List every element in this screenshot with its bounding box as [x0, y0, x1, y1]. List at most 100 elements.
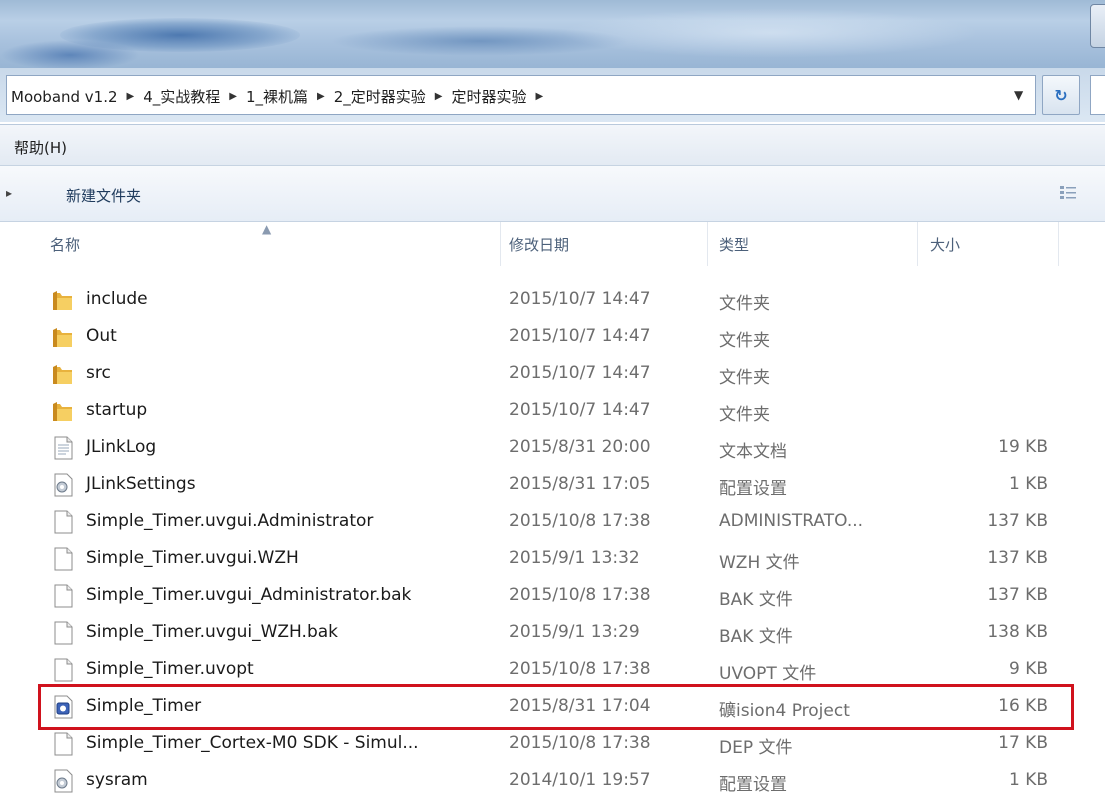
file-row[interactable]: JLinkLog 2015/8/31 20:00 文本文档 19 KB: [0, 430, 1105, 467]
file-name: Simple_Timer_Cortex-M0 SDK - Simul...: [86, 733, 419, 753]
address-dropdown-icon[interactable]: ▼: [1014, 88, 1023, 102]
address-bar[interactable]: Mooband v1.2 ▶ 4_实战教程 ▶ 1_裸机篇 ▶ 2_定时器实验 …: [6, 75, 1036, 115]
search-box[interactable]: [1090, 75, 1105, 115]
blank-file-icon: [52, 621, 74, 645]
file-row[interactable]: Simple_Timer.uvgui.WZH 2015/9/1 13:32 WZH …: [0, 541, 1105, 578]
file-name: startup: [86, 400, 148, 420]
file-date-modified: 2015/10/7 14:47: [509, 363, 651, 383]
column-divider[interactable]: [917, 222, 918, 266]
file-row[interactable]: Simple_Timer.uvgui.Administrator 2015/10/…: [0, 504, 1105, 541]
blank-file-icon: [52, 547, 74, 571]
folder-icon: [52, 362, 74, 386]
refresh-icon: ↻: [1054, 85, 1068, 105]
file-type: 配置设置: [719, 479, 787, 499]
column-header-date[interactable]: 修改日期: [509, 234, 569, 255]
breadcrumb-arrow-icon[interactable]: ▶: [229, 91, 237, 102]
file-type: 文本文档: [719, 442, 787, 462]
file-row[interactable]: Out 2015/10/7 14:47 文件夹: [0, 319, 1105, 356]
file-size: 1 KB: [1008, 770, 1048, 790]
view-options-icon[interactable]: [1060, 186, 1076, 200]
column-divider[interactable]: [707, 222, 708, 266]
file-row[interactable]: startup 2015/10/7 14:47 文件夹: [0, 393, 1105, 430]
file-date-modified: 2015/9/1 13:32: [509, 548, 640, 568]
file-type: 文件夹: [719, 405, 770, 425]
file-name: sysram: [86, 770, 148, 790]
file-size: 137 KB: [987, 585, 1048, 605]
file-row[interactable]: Simple_Timer.uvopt 2015/10/8 17:38 UVOPT 文…: [0, 652, 1105, 689]
breadcrumb-item[interactable]: 4_实战教程: [143, 86, 220, 107]
breadcrumb-arrow-icon[interactable]: ▶: [127, 91, 135, 102]
folder-icon: [52, 325, 74, 349]
file-type: UVOPT 文件: [719, 664, 817, 684]
breadcrumb-item[interactable]: 2_定时器实验: [334, 86, 426, 107]
file-name: Simple_Timer.uvopt: [86, 659, 254, 679]
file-row[interactable]: Simple_Timer_Cortex-M0 SDK - Simul... 201…: [0, 726, 1105, 763]
file-size: 138 KB: [987, 622, 1048, 642]
file-date-modified: 2015/8/31 17:05: [509, 474, 651, 494]
file-type: ADMINISTRATO...: [719, 511, 864, 531]
file-date-modified: 2015/8/31 20:00: [509, 437, 651, 457]
file-type: 配置设置: [719, 775, 787, 795]
blank-file-icon: [52, 658, 74, 682]
file-size: 19 KB: [998, 437, 1048, 457]
file-size: 137 KB: [987, 548, 1048, 568]
toolbar-dropdown-icon[interactable]: ▸: [6, 186, 12, 200]
breadcrumb-arrow-icon[interactable]: ▶: [435, 91, 443, 102]
breadcrumb: Mooband v1.2 ▶ 4_实战教程 ▶ 1_裸机篇 ▶ 2_定时器实验 …: [11, 86, 552, 107]
file-name: Simple_Timer.uvgui.Administrator: [86, 511, 374, 531]
file-date-modified: 2014/10/1 19:57: [509, 770, 651, 790]
file-date-modified: 2015/8/31 17:04: [509, 696, 651, 716]
file-row[interactable]: JLinkSettings 2015/8/31 17:05 配置设置 1 KB: [0, 467, 1105, 504]
uvision-project-icon: [52, 695, 74, 719]
blank-file-icon: [52, 510, 74, 534]
refresh-button[interactable]: ↻: [1042, 75, 1080, 115]
window-control-button[interactable]: [1090, 4, 1105, 48]
file-type: 礦ision4 Project: [719, 701, 850, 721]
file-name: Simple_Timer.uvgui_WZH.bak: [86, 622, 339, 642]
file-list: include 2015/10/7 14:47 文件夹 Out 2015/10/7 14…: [0, 282, 1105, 800]
file-name: Out: [86, 326, 117, 346]
file-size: 16 KB: [998, 696, 1048, 716]
breadcrumb-item[interactable]: Mooband v1.2: [11, 88, 118, 106]
column-divider[interactable]: [500, 222, 501, 266]
file-row[interactable]: Simple_Timer.uvgui_WZH.bak 2015/9/1 13:29…: [0, 615, 1105, 652]
breadcrumb-arrow-icon[interactable]: ▶: [536, 91, 544, 102]
file-type: WZH 文件: [719, 553, 800, 573]
file-row[interactable]: sysram 2014/10/1 19:57 配置设置 1 KB: [0, 763, 1105, 800]
file-date-modified: 2015/10/7 14:47: [509, 326, 651, 346]
file-row[interactable]: include 2015/10/7 14:47 文件夹: [0, 282, 1105, 319]
file-date-modified: 2015/10/8 17:38: [509, 511, 651, 531]
file-date-modified: 2015/10/8 17:38: [509, 733, 651, 753]
file-size: 1 KB: [1008, 474, 1048, 494]
file-name: JLinkSettings: [86, 474, 196, 494]
file-type: BAK 文件: [719, 590, 793, 610]
breadcrumb-item[interactable]: 定时器实验: [452, 86, 527, 107]
file-type: 文件夹: [719, 368, 770, 388]
file-row[interactable]: Simple_Timer 2015/8/31 17:04 礦ision4 Proje…: [0, 689, 1105, 726]
breadcrumb-arrow-icon[interactable]: ▶: [317, 91, 325, 102]
file-type: BAK 文件: [719, 627, 793, 647]
blank-file-icon: [52, 584, 74, 608]
file-size: 17 KB: [998, 733, 1048, 753]
command-toolbar: ▸ 新建文件夹: [0, 166, 1105, 222]
column-header-size[interactable]: 大小: [930, 234, 960, 255]
file-row[interactable]: src 2015/10/7 14:47 文件夹: [0, 356, 1105, 393]
file-date-modified: 2015/10/8 17:38: [509, 659, 651, 679]
menu-bar: 帮助(H): [0, 124, 1105, 166]
settings-file-icon: [52, 473, 74, 497]
file-name: Simple_Timer.uvgui.WZH: [86, 548, 299, 568]
column-header-type[interactable]: 类型: [719, 234, 749, 255]
file-row[interactable]: Simple_Timer.uvgui_Administrator.bak 2015…: [0, 578, 1105, 615]
file-size: 9 KB: [1008, 659, 1048, 679]
file-type: 文件夹: [719, 331, 770, 351]
column-header-name[interactable]: 名称: [50, 234, 80, 255]
address-row: Mooband v1.2 ▶ 4_实战教程 ▶ 1_裸机篇 ▶ 2_定时器实验 …: [0, 68, 1105, 122]
folder-icon: [52, 288, 74, 312]
menu-help[interactable]: 帮助(H): [14, 137, 67, 158]
new-folder-button[interactable]: 新建文件夹: [66, 185, 141, 206]
file-type: DEP 文件: [719, 738, 793, 758]
column-divider[interactable]: [1058, 222, 1059, 266]
sort-ascending-icon: ▲: [262, 222, 272, 236]
breadcrumb-item[interactable]: 1_裸机篇: [246, 86, 308, 107]
title-bar-glow: [560, 8, 980, 58]
